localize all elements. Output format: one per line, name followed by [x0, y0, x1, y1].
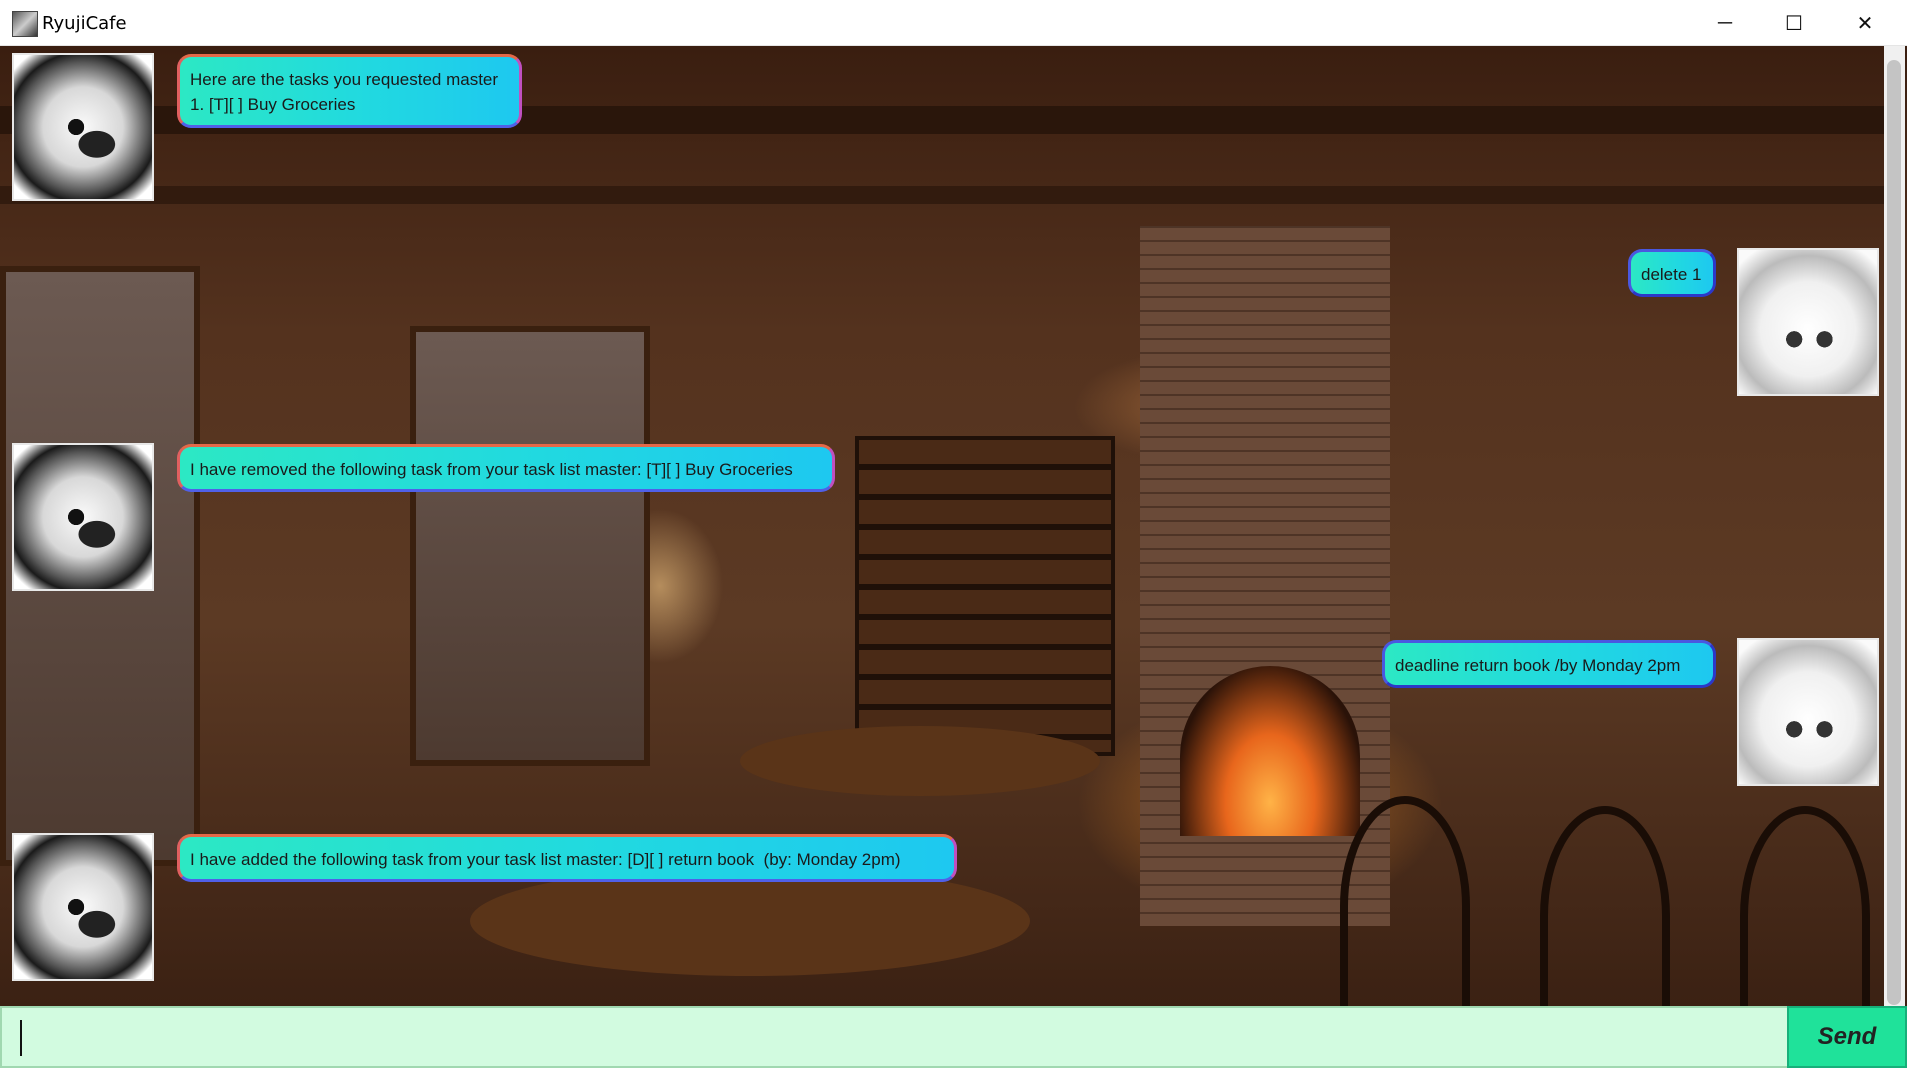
bar-stool [1540, 806, 1670, 1006]
app-icon [12, 11, 38, 37]
message-input[interactable] [0, 1006, 1787, 1068]
window-title: RyujiCafe [42, 13, 127, 34]
bot-message-bubble: I have removed the following task from y… [177, 444, 835, 492]
ryuji-avatar [12, 833, 154, 981]
bar-stool [1740, 806, 1870, 1006]
cafe-table [470, 866, 1030, 976]
ceiling-beam [0, 186, 1884, 204]
cafe-table [740, 726, 1100, 796]
scrollbar-thumb[interactable] [1887, 60, 1901, 1005]
chat-scroll-pane[interactable]: Here are the tasks you requested master … [0, 46, 1907, 1006]
bot-message-bubble: Here are the tasks you requested master … [177, 54, 522, 128]
minimize-button[interactable]: ─ [1690, 0, 1760, 46]
cafe-window [410, 326, 650, 766]
user-avatar [1737, 638, 1879, 786]
text-caret [20, 1020, 22, 1056]
fireplace-fire [1180, 666, 1360, 836]
ryuji-avatar [12, 53, 154, 201]
user-message-bubble: delete 1 [1628, 249, 1716, 297]
close-button[interactable]: ✕ [1830, 0, 1900, 46]
user-avatar [1737, 248, 1879, 396]
title-bar: RyujiCafe ─ ☐ ✕ [0, 0, 1907, 46]
send-button[interactable]: Send [1787, 1006, 1907, 1068]
maximize-button[interactable]: ☐ [1759, 0, 1829, 46]
ryuji-avatar [12, 443, 154, 591]
bar-stool [1340, 796, 1470, 1006]
user-message-bubble: deadline return book /by Monday 2pm [1382, 640, 1716, 688]
bookshelf [855, 436, 1115, 756]
bot-message-bubble: I have added the following task from you… [177, 834, 957, 882]
